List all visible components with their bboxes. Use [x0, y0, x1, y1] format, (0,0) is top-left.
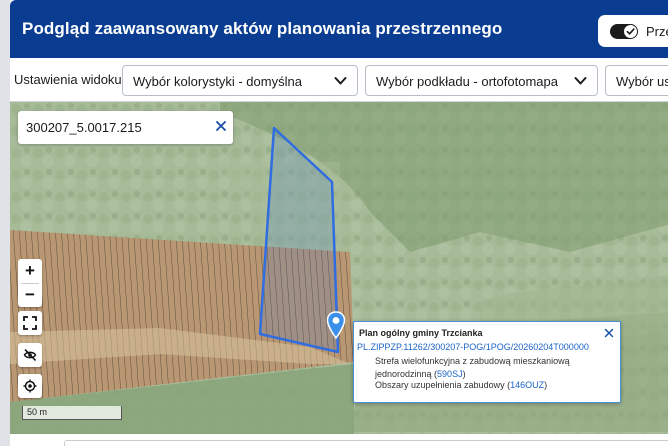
color-scheme-value: Wybór kolorystyki - domyślna — [133, 74, 302, 89]
map-pin-icon[interactable] — [326, 311, 346, 339]
zoom-out-button[interactable]: − — [18, 283, 42, 307]
map-view[interactable]: + − 50 m — [10, 102, 668, 446]
fullscreen-button[interactable] — [18, 311, 42, 335]
crosshair-icon — [23, 379, 37, 393]
zoom-controls: + − — [18, 259, 42, 307]
zone-code-link[interactable]: 590SJ — [437, 369, 463, 379]
transparency-toggle[interactable]: Przezroczystość — [598, 15, 668, 47]
basemap-select[interactable]: Wybór podkładu - ortofotomapa — [365, 65, 598, 96]
fullscreen-icon — [23, 316, 37, 330]
bottom-panel-edge — [64, 440, 668, 446]
locate-button[interactable] — [18, 374, 42, 398]
plan-id-link[interactable]: PL.ZIPPZP.11262/300207-POG/1POG/20260204… — [357, 342, 589, 352]
view-settings-toolbar: Ustawienia widoku Wybór kolorystyki - do… — [10, 58, 668, 102]
area-text: Obszary uzupełnienia zabudowy — [375, 380, 505, 390]
view-settings-label: Ustawienia widoku — [14, 72, 122, 87]
close-icon[interactable] — [214, 119, 228, 133]
bottom-panel — [10, 434, 668, 446]
close-icon[interactable] — [604, 328, 614, 338]
scale-bar-label: 50 m — [27, 407, 48, 417]
eye-off-icon — [23, 348, 37, 362]
page-title: Podgląd zaawansowany aktów planowania pr… — [22, 19, 503, 38]
area-description: Obszary uzupełnienia zabudowy (146OUZ) — [375, 380, 548, 390]
app-header: Podgląd zaawansowany aktów planowania pr… — [10, 0, 668, 58]
zone-description: Strefa wielofunkcyjna z zabudową mieszka… — [375, 356, 570, 379]
plan-info-popup: Plan ogólny gminy Trzcianka PL.ZIPPZP.11… — [353, 321, 621, 403]
scale-bar: 50 m — [22, 406, 122, 420]
parcel-search-box — [18, 111, 233, 144]
zone-text: Strefa wielofunkcyjna z zabudową mieszka… — [375, 356, 570, 379]
zoom-in-button[interactable]: + — [18, 259, 42, 283]
check-icon — [626, 28, 635, 35]
chevron-down-icon — [334, 77, 347, 85]
color-scheme-select[interactable]: Wybór kolorystyki - domyślna — [122, 65, 358, 96]
area-code-link[interactable]: 146OUZ — [510, 380, 544, 390]
toggle-knob — [624, 25, 637, 38]
toggle-track — [610, 24, 638, 39]
parcel-search-input[interactable] — [26, 118, 196, 136]
services-select[interactable]: Wybór usług — [605, 65, 668, 96]
hide-layers-button[interactable] — [18, 343, 42, 367]
popup-title: Plan ogólny gminy Trzcianka — [359, 328, 483, 338]
app-frame: Podgląd zaawansowany aktów planowania pr… — [10, 0, 668, 446]
basemap-value: Wybór podkładu - ortofotomapa — [376, 74, 558, 89]
services-value: Wybór usług — [616, 74, 668, 89]
chevron-down-icon — [574, 77, 587, 85]
transparency-toggle-label: Przezroczystość — [646, 24, 668, 39]
